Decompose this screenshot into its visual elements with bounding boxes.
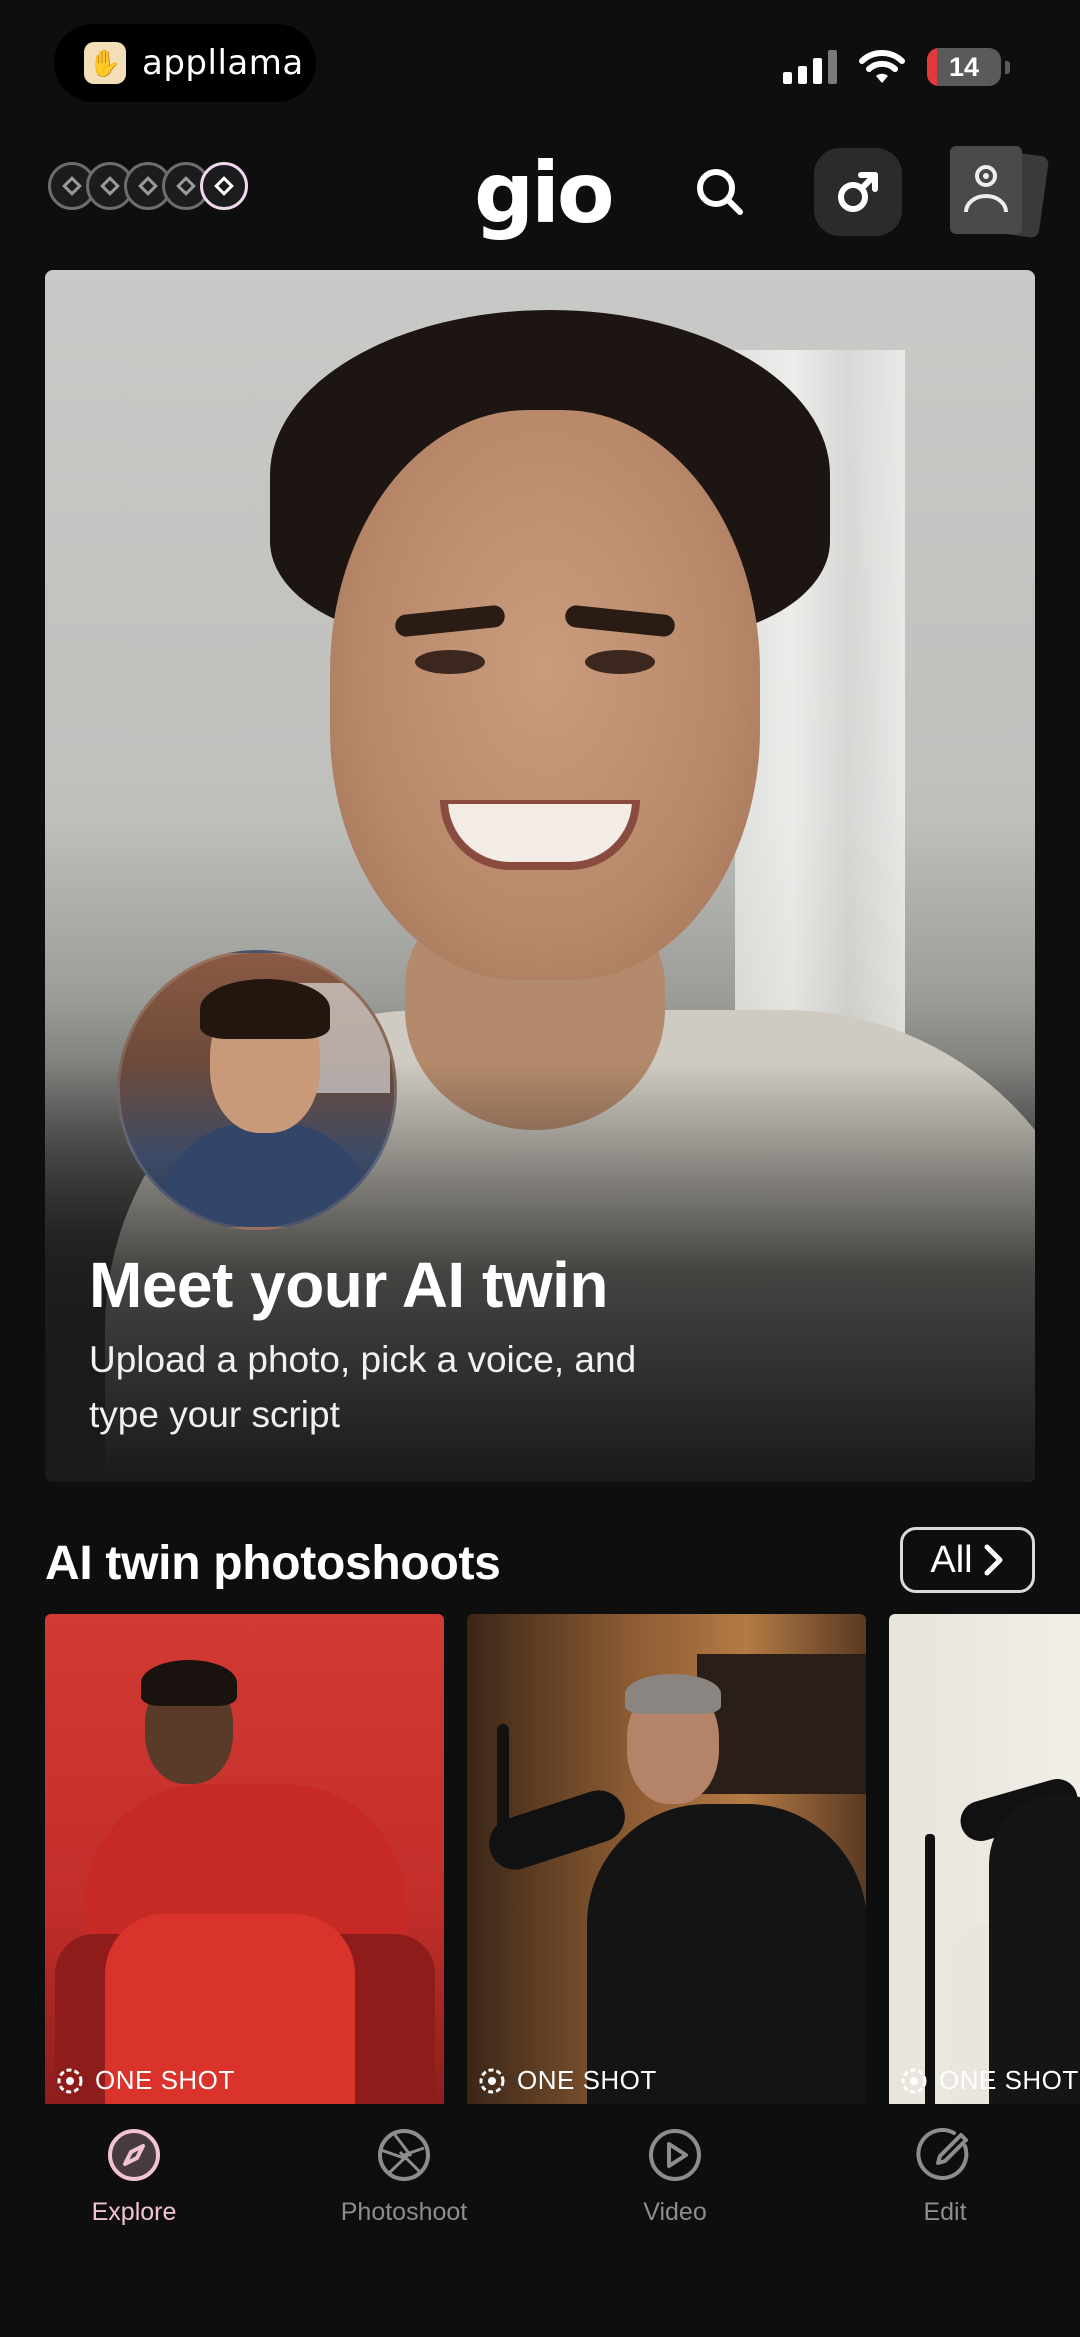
pencil-icon <box>916 2128 969 2180</box>
source-photo-avatar <box>117 950 397 1230</box>
one-shot-badge: ONE SHOT <box>55 2065 235 2096</box>
one-shot-badge: ONE SHOT <box>477 2065 657 2096</box>
battery-level: 14 <box>948 51 980 82</box>
credit-coin-icon <box>200 162 248 210</box>
cellular-signal-icon <box>783 50 837 84</box>
appllama-logo-icon: ✋ <box>84 42 126 84</box>
bottom-navigation: Explore Photoshoot Video Edit <box>0 2104 1080 2337</box>
inset-hair <box>200 979 330 1039</box>
wifi-icon <box>859 50 905 83</box>
card-person-hair <box>141 1660 237 1706</box>
chevron-right-icon <box>984 1544 1003 1576</box>
app-logo: gio <box>474 144 615 242</box>
search-button[interactable] <box>690 162 750 222</box>
status-bar: ✋ appllama 14 <box>0 0 1080 130</box>
badge-label: ONE SHOT <box>517 2065 657 2095</box>
hero-face <box>330 410 760 980</box>
nav-label: Photoshoot <box>340 2198 468 2226</box>
card-mic-arm <box>497 1724 509 1844</box>
play-icon <box>649 2129 701 2181</box>
card-person-body <box>989 1794 1080 2104</box>
card-person-hair <box>625 1674 721 1714</box>
app-header: gio <box>0 140 1080 242</box>
inset-shirt <box>160 1123 370 1227</box>
carrier-pill[interactable]: ✋ appllama <box>54 24 316 102</box>
one-shot-badge: ONE SHOT <box>899 2065 1079 2096</box>
see-all-button[interactable]: All <box>900 1527 1035 1593</box>
ai-twin-hero-card[interactable]: Meet your AI twin Upload a photo, pick a… <box>45 270 1035 1482</box>
photoshoot-card[interactable]: ONE SHOT <box>45 1614 444 2104</box>
nav-label: Edit <box>923 2198 967 2226</box>
photoshoot-card[interactable]: ONE SHOT <box>889 1614 1080 2104</box>
nav-label: Video <box>643 2198 707 2226</box>
hero-subtitle: Upload a photo, pick a voice, and type y… <box>89 1339 637 1435</box>
nav-label: Explore <box>91 2198 177 2226</box>
nav-edit[interactable]: Edit <box>845 2126 1045 2227</box>
battery-icon: 14 <box>927 48 1001 86</box>
aperture-icon <box>378 2129 430 2181</box>
badge-label: ONE SHOT <box>95 2065 235 2095</box>
section-title: AI twin photoshoots <box>45 1537 501 1590</box>
nav-video[interactable]: Video <box>575 2126 775 2227</box>
card-mic-stand <box>925 1834 935 2104</box>
see-all-label: All <box>930 1538 973 1581</box>
sparkle-gear-icon <box>57 2068 83 2093</box>
profile-button[interactable] <box>950 144 1050 240</box>
compass-icon <box>108 2129 160 2181</box>
user-settings-icon <box>964 165 1008 213</box>
hero-title: Meet your AI twin <box>89 1249 608 1321</box>
card-person-body <box>587 1804 866 2104</box>
status-icons: 14 <box>783 48 1010 86</box>
photoshoot-card[interactable]: ONE SHOT <box>467 1614 866 2104</box>
male-symbol-icon <box>838 172 878 212</box>
search-icon <box>697 169 743 215</box>
sparkle-gear-icon <box>479 2068 505 2093</box>
nav-explore[interactable]: Explore <box>34 2126 234 2227</box>
gender-toggle-button[interactable] <box>814 148 902 236</box>
carrier-name: appllama <box>142 43 304 83</box>
badge-label: ONE SHOT <box>939 2065 1079 2095</box>
credits-indicator[interactable] <box>48 162 248 210</box>
nav-photoshoot[interactable]: Photoshoot <box>304 2126 504 2227</box>
card-wall-panel <box>697 1654 866 1794</box>
hero-eye <box>415 650 485 674</box>
battery-tip <box>1005 60 1010 74</box>
photoshoot-carousel[interactable]: ONE SHOT ONE SHOT ONE SHOT <box>45 1614 1080 2104</box>
profile-card <box>950 146 1022 234</box>
hero-eye <box>585 650 655 674</box>
sparkle-gear-icon <box>901 2068 927 2093</box>
